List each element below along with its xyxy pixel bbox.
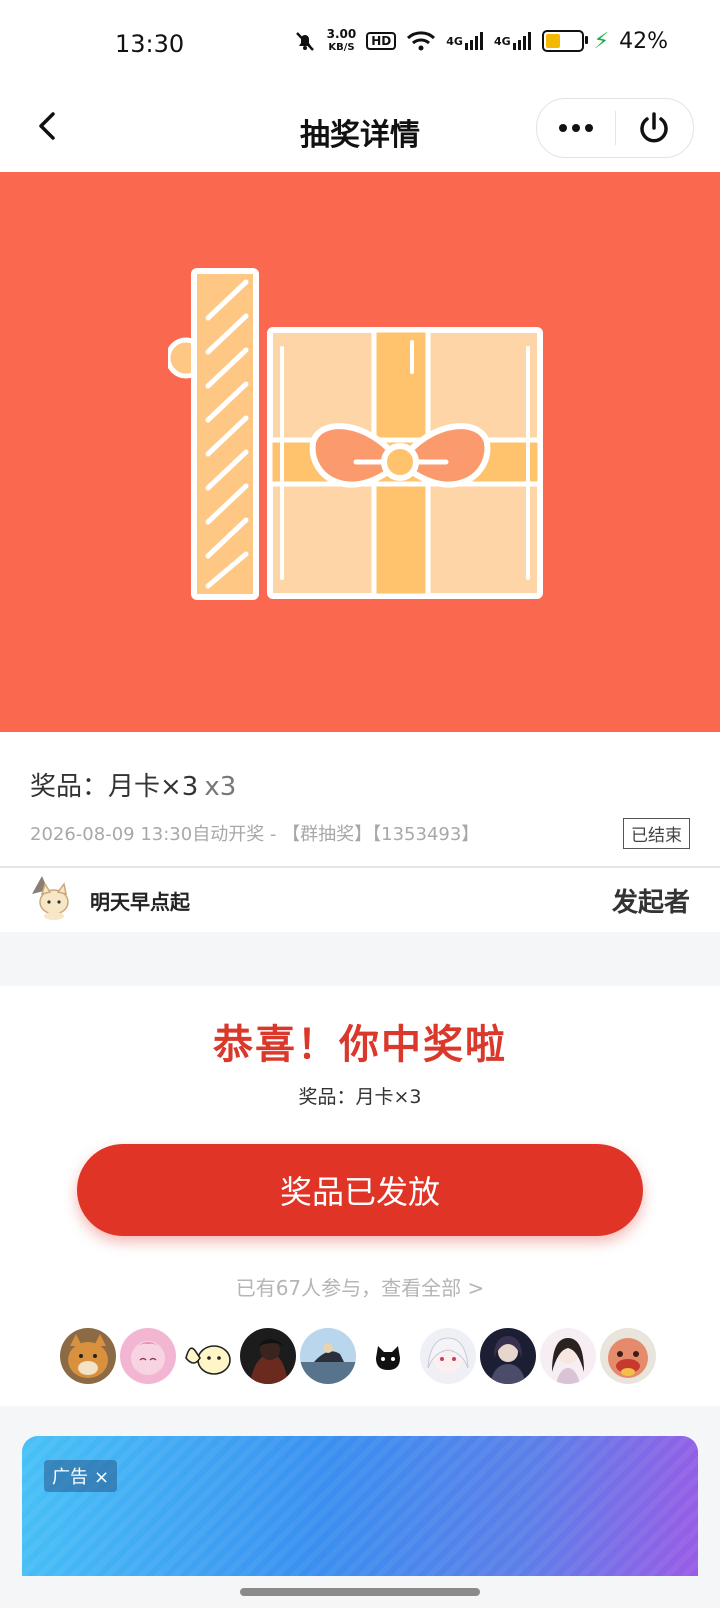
more-dots-icon <box>558 124 593 132</box>
prize-issued-button[interactable]: 奖品已发放 <box>77 1144 643 1236</box>
draw-meta: 2026-08-09 13:30自动开奖 - 【群抽奖】【1353493】 <box>30 824 480 845</box>
nav-bar: 抽奖详情 <box>0 90 720 173</box>
prize-hero-banner <box>0 172 720 732</box>
ad-banner[interactable]: 广告 × <box>22 1436 698 1576</box>
cat-avatar-icon <box>28 874 74 920</box>
host-role-label: 发起者 <box>611 888 690 918</box>
more-button[interactable] <box>537 99 615 157</box>
signal-4g-icon-1: 4G <box>446 31 484 51</box>
participant-avatar[interactable] <box>60 1328 116 1384</box>
system-nav-bar <box>0 1576 720 1608</box>
divider <box>0 866 720 868</box>
win-result-card: 恭喜！你中奖啦 奖品：月卡×3 奖品已发放 已有67人参与，查看全部 > <box>0 986 720 1406</box>
view-all-participants-link[interactable]: 已有67人参与，查看全部 > <box>0 1272 720 1301</box>
participant-avatar[interactable] <box>180 1328 236 1384</box>
participant-avatar[interactable] <box>480 1328 536 1384</box>
power-icon <box>640 112 668 143</box>
hd-badge: HD <box>366 32 397 50</box>
status-time: 13:30 <box>115 30 185 58</box>
participant-avatar[interactable] <box>120 1328 176 1384</box>
status-badge: 已结束 <box>623 818 690 849</box>
participant-avatar[interactable] <box>300 1328 356 1384</box>
ad-tag[interactable]: 广告 × <box>44 1460 118 1492</box>
participant-avatar[interactable] <box>600 1328 656 1384</box>
prize-info-card: 奖品：月卡×3 x3 2026-08-09 13:30自动开奖 - 【群抽奖】【1… <box>0 732 720 932</box>
home-indicator[interactable] <box>240 1588 480 1596</box>
close-icon[interactable]: × <box>94 1467 109 1488</box>
status-bar: 13:30 3.00 KB/S HD 4G 4G ⚡ 42% <box>0 0 720 90</box>
prize-label: 奖品：月卡×3 <box>30 772 199 802</box>
participant-avatars[interactable] <box>60 1328 656 1384</box>
host-avatar[interactable] <box>28 874 74 920</box>
charging-icon: ⚡ <box>593 28 610 54</box>
participant-avatar[interactable] <box>540 1328 596 1384</box>
mute-bell-icon <box>293 29 317 53</box>
host-name: 明天早点起 <box>90 890 190 914</box>
gift-box-illustration <box>168 268 543 600</box>
win-prize: 奖品：月卡×3 <box>298 1086 422 1108</box>
participant-avatar[interactable] <box>240 1328 296 1384</box>
battery-percent: 42% <box>619 28 668 54</box>
win-title: 恭喜！你中奖啦 <box>213 1022 507 1068</box>
participant-avatar[interactable] <box>420 1328 476 1384</box>
prize-title: 奖品：月卡×3 x3 <box>30 766 236 803</box>
wifi-icon <box>406 30 436 52</box>
net-speed: 3.00 KB/S <box>326 27 357 53</box>
participant-avatar[interactable] <box>360 1328 416 1384</box>
ad-label: 广告 <box>52 1467 88 1488</box>
signal-4g-icon-2: 4G <box>494 31 532 51</box>
ad-background <box>22 1436 698 1576</box>
prize-multiplier: x3 <box>204 772 237 802</box>
close-mini-program-button[interactable] <box>616 99 694 157</box>
battery-icon <box>541 30 588 52</box>
mini-program-capsule <box>536 98 694 158</box>
